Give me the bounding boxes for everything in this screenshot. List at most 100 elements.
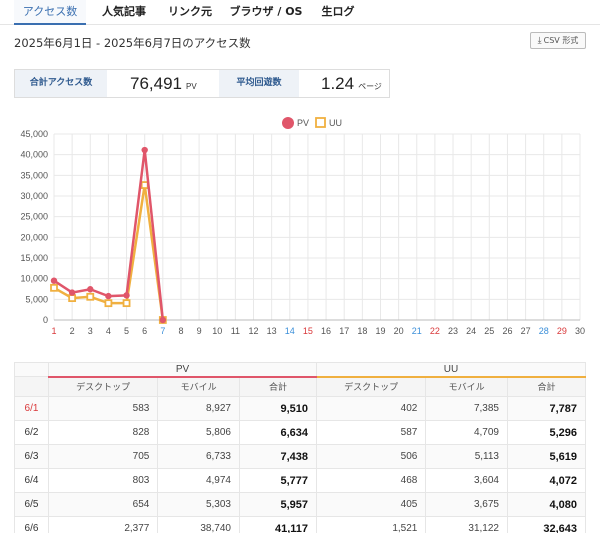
total-access-number: 76,491 [130, 74, 182, 93]
uu-desktop-cell: 402 [316, 396, 427, 421]
x-tick-label: 25 [484, 326, 494, 336]
summary-box: 合計アクセス数 76,491 PV 平均回遊数 1.24 ページ [14, 69, 390, 98]
x-tick-label: 4 [106, 326, 111, 336]
x-tick-label: 20 [394, 326, 404, 336]
x-tick-label: 30 [575, 326, 585, 336]
uu-point [122, 299, 131, 308]
pv-desktop-cell: 654 [47, 492, 159, 517]
y-tick-label: 45,000 [20, 129, 48, 139]
pv-point [141, 146, 148, 154]
uu-mobile-cell: 4,709 [425, 420, 508, 445]
date-range-title: 2025年6月1日 - 2025年6月7日のアクセス数 [14, 36, 251, 50]
uu-point [68, 294, 77, 303]
x-tick-label: 28 [539, 326, 549, 336]
pv-desktop-cell: 2,377 [47, 516, 159, 533]
pv-mobile-cell: 4,974 [157, 468, 240, 493]
tab-raw-log[interactable]: 生ログ [314, 0, 362, 25]
row-date: 6/1 [14, 396, 49, 421]
pv-total-cell: 41,117 [238, 516, 318, 533]
uu-total-cell: 4,080 [506, 492, 587, 517]
uu-desktop-header: デスクトップ [316, 376, 427, 397]
table-row: 6/2 828 5,806 6,634 587 4,709 5,296 [14, 420, 587, 445]
uu-desktop-cell: 587 [316, 420, 427, 445]
uu-point [86, 292, 95, 301]
x-tick-label: 13 [267, 326, 277, 336]
tab-browser-os[interactable]: ブラウザ / OS [226, 0, 306, 25]
table-group-header: PV UU [14, 362, 586, 378]
pv-mobile-cell: 6,733 [157, 444, 240, 469]
uu-total-cell: 4,072 [506, 468, 587, 493]
row-date: 6/4 [14, 468, 49, 493]
uu-mobile-cell: 3,604 [425, 468, 508, 493]
pv-point [87, 286, 94, 293]
avg-pages-unit: ページ [358, 82, 382, 91]
download-icon: ⤓ [537, 36, 542, 46]
uu-point [140, 181, 149, 189]
uu-group-header: UU [316, 362, 586, 378]
x-tick-label: 18 [357, 326, 367, 336]
csv-export-button[interactable]: ⤓ CSV 形式 [530, 32, 586, 49]
x-tick-label: 5 [124, 326, 129, 336]
uu-mobile-cell: 5,113 [425, 444, 508, 469]
x-tick-label: 21 [412, 326, 422, 336]
legend-pv-label: PV [297, 118, 309, 128]
x-tick-label: 7 [160, 326, 165, 336]
y-tick-label: 30,000 [20, 191, 48, 201]
csv-export-label: CSV 形式 [543, 36, 579, 45]
pv-total-header: 合計 [238, 376, 318, 397]
y-tick-label: 0 [43, 315, 48, 325]
pv-mobile-cell: 5,806 [157, 420, 240, 445]
x-tick-label: 16 [321, 326, 331, 336]
table-row: 6/3 705 6,733 7,438 506 5,113 5,619 [14, 444, 587, 469]
tab-access-count[interactable]: アクセス数 [14, 0, 86, 25]
uu-point [50, 283, 58, 292]
x-tick-label: 19 [375, 326, 385, 336]
y-tick-label: 35,000 [20, 170, 48, 180]
pv-mobile-cell: 8,927 [157, 396, 240, 421]
y-tick-label: 10,000 [20, 274, 48, 284]
x-tick-label: 1 [51, 326, 56, 336]
legend-pv-marker [282, 117, 294, 129]
y-tick-label: 15,000 [20, 253, 48, 263]
pv-point [105, 292, 112, 300]
x-tick-label: 2 [70, 326, 75, 336]
pv-mobile-cell: 38,740 [157, 516, 240, 533]
pv-mobile-cell: 5,303 [157, 492, 240, 517]
x-tick-label: 11 [231, 326, 240, 336]
pv-total-cell: 9,510 [238, 396, 318, 421]
access-data-table: PV UU デスクトップ モバイル 合計 デスクトップ モバイル 合計 6/1 5… [14, 362, 587, 533]
pv-desktop-cell: 705 [47, 444, 159, 469]
table-sub-header: デスクトップ モバイル 合計 デスクトップ モバイル 合計 [14, 376, 587, 397]
legend-uu-label: UU [329, 118, 342, 128]
x-tick-label: 8 [178, 326, 183, 336]
uu-mobile-cell: 7,385 [425, 396, 508, 421]
uu-total-cell: 7,787 [506, 396, 587, 421]
uu-total-cell: 5,296 [506, 420, 587, 445]
row-date: 6/3 [14, 444, 49, 469]
row-date: 6/6 [14, 516, 49, 533]
legend-uu-marker [315, 117, 326, 128]
pv-point [68, 289, 76, 296]
avg-pages-label: 平均回遊数 [219, 70, 299, 97]
pv-mobile-header: モバイル [157, 376, 240, 397]
total-access-value: 76,491 PV [130, 70, 220, 97]
x-tick-label: 6 [142, 326, 147, 336]
x-tick-label: 17 [339, 326, 349, 336]
x-tick-label: 22 [430, 326, 440, 336]
pv-total-cell: 5,957 [238, 492, 318, 517]
pv-desktop-cell: 828 [47, 420, 159, 445]
y-tick-label: 40,000 [20, 150, 48, 160]
x-tick-label: 23 [448, 326, 458, 336]
uu-desktop-cell: 506 [316, 444, 427, 469]
tab-referrers[interactable]: リンク元 [162, 0, 218, 25]
total-access-label: 合計アクセス数 [15, 70, 107, 97]
pv-group-header: PV [47, 362, 318, 378]
date-subheader-empty [14, 376, 49, 397]
uu-total-header: 合計 [506, 376, 587, 397]
row-date: 6/5 [14, 492, 49, 517]
x-tick-label: 14 [285, 326, 295, 336]
uu-desktop-cell: 1,521 [316, 516, 427, 533]
tab-popular-articles[interactable]: 人気記事 [96, 0, 152, 25]
x-tick-label: 3 [88, 326, 93, 336]
x-tick-label: 9 [197, 326, 202, 336]
